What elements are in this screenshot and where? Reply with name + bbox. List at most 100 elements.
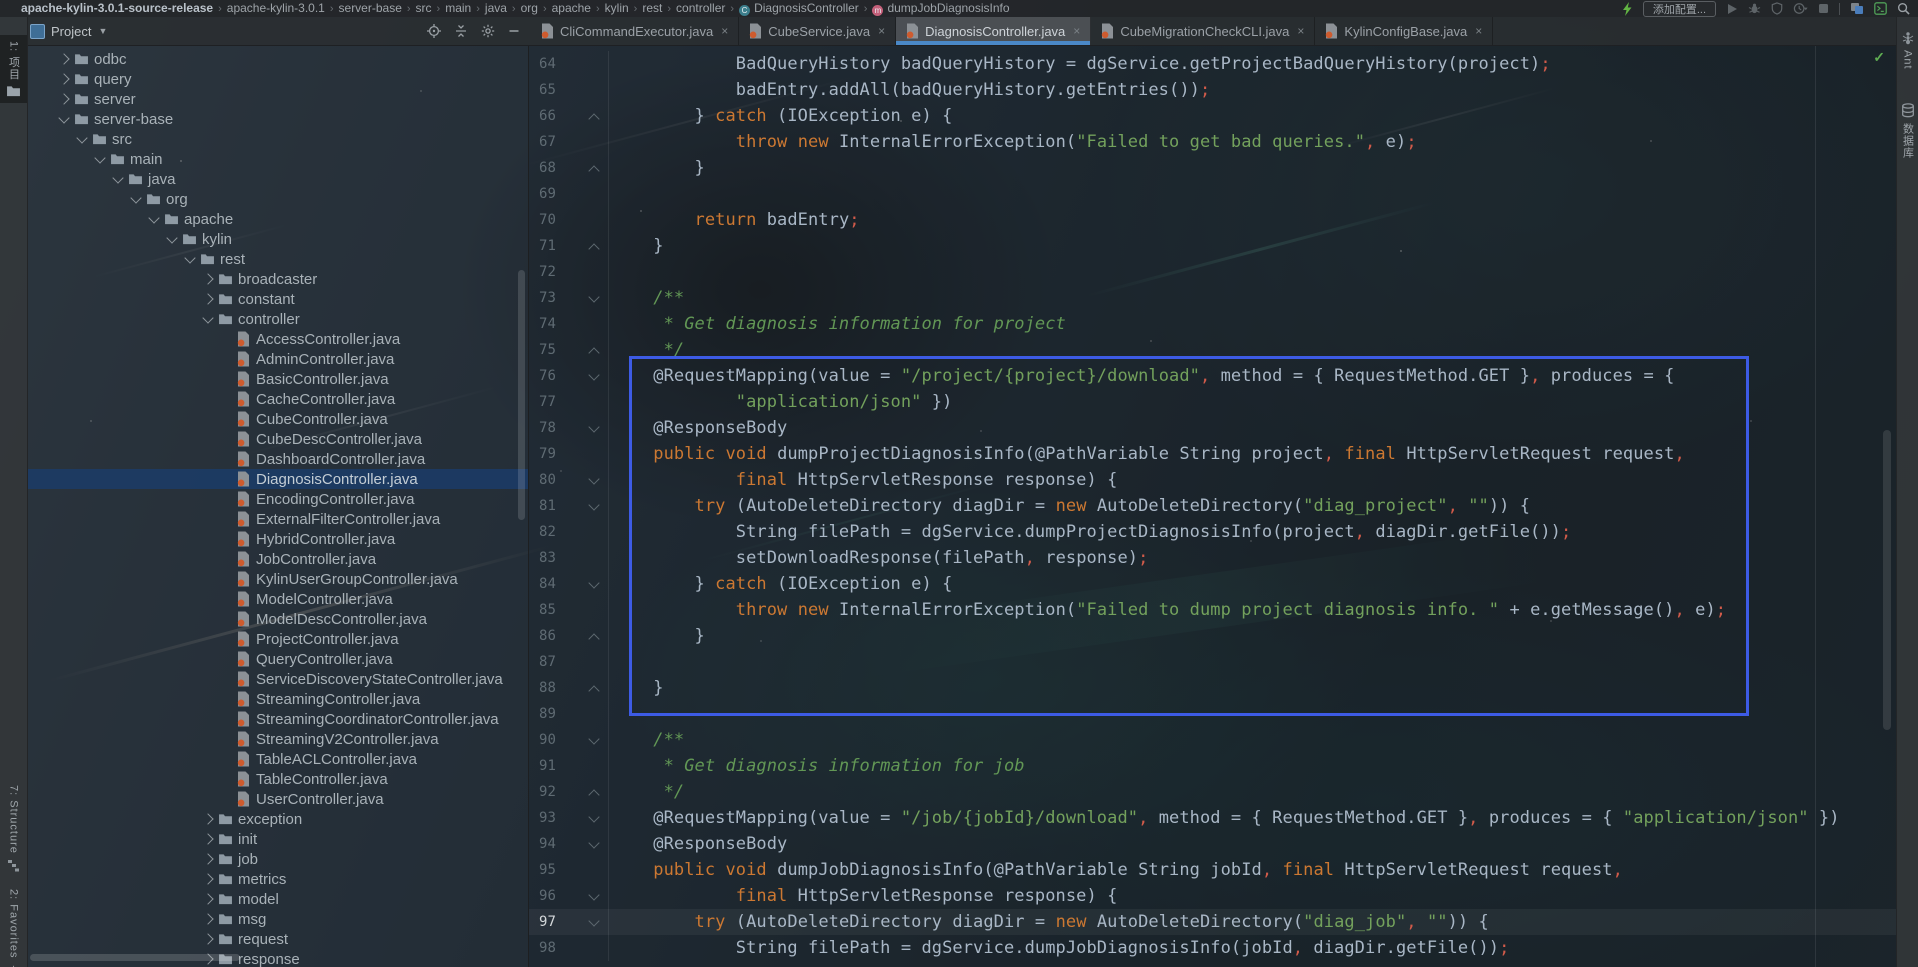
tab-diagnosiscontroller-java[interactable]: DiagnosisController.java×	[896, 17, 1091, 45]
tree-item-diagnosiscontroller-java[interactable]: DiagnosisController.java	[27, 469, 528, 489]
line-number[interactable]: 72	[528, 259, 608, 285]
breadcrumb-method-item[interactable]: mdumpJobDiagnosisInfo	[872, 1, 1009, 15]
stop-icon[interactable]	[1818, 1, 1829, 16]
code-line[interactable]: 64 BadQueryHistory badQueryHistory = dgS…	[528, 51, 1897, 77]
chevron-right-icon[interactable]	[201, 915, 215, 923]
close-icon[interactable]: ×	[721, 24, 728, 38]
tree-item-streamingv2controller-java[interactable]: StreamingV2Controller.java	[27, 729, 528, 749]
chevron-right-icon[interactable]	[57, 55, 71, 63]
tree-item-cachecontroller-java[interactable]: CacheController.java	[27, 389, 528, 409]
tree-item-dashboardcontroller-java[interactable]: DashboardController.java	[27, 449, 528, 469]
close-icon[interactable]: ×	[1475, 24, 1482, 38]
code-line[interactable]: 93 @RequestMapping(value = "/job/{jobId}…	[528, 805, 1897, 831]
tree-item-broadcaster[interactable]: broadcaster	[27, 269, 528, 289]
sidebar-item-database[interactable]: 数据库	[1897, 103, 1918, 159]
tree-item-basiccontroller-java[interactable]: BasicController.java	[27, 369, 528, 389]
layout-icon[interactable]	[1850, 1, 1864, 16]
project-panel-title[interactable]: Project	[51, 24, 91, 39]
close-icon[interactable]: ×	[878, 24, 885, 38]
tree-item-msg[interactable]: msg	[27, 909, 528, 929]
chevron-down-icon[interactable]	[93, 157, 107, 162]
tree-item-modelcontroller-java[interactable]: ModelController.java	[27, 589, 528, 609]
hide-panel-icon[interactable]	[508, 25, 520, 37]
code-line[interactable]: 83 setDownloadResponse(filePath, respons…	[528, 545, 1897, 571]
code-line[interactable]: 85 throw new InternalErrorException("Fai…	[528, 597, 1897, 623]
code-line[interactable]: 70 return badEntry;	[528, 207, 1897, 233]
chevron-down-icon[interactable]	[201, 317, 215, 322]
code-line[interactable]: 91 * Get diagnosis information for job	[528, 753, 1897, 779]
tree-item-modeldesccontroller-java[interactable]: ModelDescController.java	[27, 609, 528, 629]
tree-item-encodingcontroller-java[interactable]: EncodingController.java	[27, 489, 528, 509]
close-icon[interactable]: ×	[1297, 24, 1304, 38]
code-line[interactable]: 76 @RequestMapping(value = "/project/{pr…	[528, 363, 1897, 389]
tree-item-streamingcoordinatorcontroller-java[interactable]: StreamingCoordinatorController.java	[27, 709, 528, 729]
code-line[interactable]: 98 String filePath = dgService.dumpJobDi…	[528, 935, 1897, 961]
code-editor[interactable]: 64 BadQueryHistory badQueryHistory = dgS…	[528, 45, 1897, 967]
tab-kylinconfigbase-java[interactable]: KylinConfigBase.java×	[1315, 17, 1493, 45]
tree-item-rest[interactable]: rest	[27, 249, 528, 269]
tab-cubeservice-java[interactable]: CubeService.java×	[739, 17, 896, 45]
tree-item-cubedesccontroller-java[interactable]: CubeDescController.java	[27, 429, 528, 449]
run-icon[interactable]	[1726, 1, 1738, 16]
tree-item-tablecontroller-java[interactable]: TableController.java	[27, 769, 528, 789]
chevron-down-icon[interactable]	[129, 197, 143, 202]
code-line[interactable]: 92 */	[528, 779, 1897, 805]
collapse-all-icon[interactable]	[454, 24, 468, 38]
line-number[interactable]: 85	[528, 597, 608, 623]
line-number[interactable]: 74	[528, 311, 608, 337]
chevron-right-icon[interactable]	[57, 75, 71, 83]
chevron-down-icon[interactable]	[111, 177, 125, 182]
code-line[interactable]: 81 try (AutoDeleteDirectory diagDir = ne…	[528, 493, 1897, 519]
code-line[interactable]: 94 @ResponseBody	[528, 831, 1897, 857]
breadcrumb-item[interactable]: controller	[676, 1, 725, 15]
tree-item-kylinusergroupcontroller-java[interactable]: KylinUserGroupController.java	[27, 569, 528, 589]
tree-item-admincontroller-java[interactable]: AdminController.java	[27, 349, 528, 369]
line-number[interactable]: 91	[528, 753, 608, 779]
add-configuration-button[interactable]: 添加配置...	[1643, 1, 1716, 17]
line-number[interactable]: 67	[528, 129, 608, 155]
breadcrumb-class-item[interactable]: CDiagnosisController	[739, 1, 859, 15]
tree-item-querycontroller-java[interactable]: QueryController.java	[27, 649, 528, 669]
tree-item-src[interactable]: src	[27, 129, 528, 149]
breadcrumb-item[interactable]: org	[521, 1, 538, 15]
tree-item-main[interactable]: main	[27, 149, 528, 169]
code-line[interactable]: 97 try (AutoDeleteDirectory diagDir = ne…	[528, 909, 1897, 935]
sidebar-item-ant[interactable]: Ant	[1897, 31, 1918, 70]
line-number[interactable]: 79	[528, 441, 608, 467]
line-number[interactable]: 87	[528, 649, 608, 675]
breadcrumb-item[interactable]: java	[485, 1, 507, 15]
code-line[interactable]: 77 "application/json" })	[528, 389, 1897, 415]
editor-scrollbar[interactable]	[1883, 430, 1891, 730]
tree-item-projectcontroller-java[interactable]: ProjectController.java	[27, 629, 528, 649]
tree-item-externalfiltercontroller-java[interactable]: ExternalFilterController.java	[27, 509, 528, 529]
code-line[interactable]: 68 }	[528, 155, 1897, 181]
chevron-down-icon[interactable]	[165, 237, 179, 242]
line-number[interactable]: 98	[528, 935, 608, 961]
tree-item-java[interactable]: java	[27, 169, 528, 189]
tree-item-cubecontroller-java[interactable]: CubeController.java	[27, 409, 528, 429]
code-line[interactable]: 66 } catch (IOException e) {	[528, 103, 1897, 129]
code-line[interactable]: 86 }	[528, 623, 1897, 649]
code-line[interactable]: 96 final HttpServletResponse response) {	[528, 883, 1897, 909]
code-line[interactable]: 75 */	[528, 337, 1897, 363]
tree-item-exception[interactable]: exception	[27, 809, 528, 829]
debug-icon[interactable]	[1748, 1, 1761, 16]
tree-item-apache[interactable]: apache	[27, 209, 528, 229]
inspection-status-icon[interactable]: ✓	[1873, 49, 1885, 66]
tree-vertical-scrollbar[interactable]	[518, 270, 525, 520]
code-line[interactable]: 89	[528, 701, 1897, 727]
code-line[interactable]: 88 }	[528, 675, 1897, 701]
tree-item-server[interactable]: server	[27, 89, 528, 109]
tree-item-hybridcontroller-java[interactable]: HybridController.java	[27, 529, 528, 549]
tab-clicommandexecutor-java[interactable]: CliCommandExecutor.java×	[531, 17, 739, 45]
tree-item-odbc[interactable]: odbc	[27, 49, 528, 69]
tree-item-tableaclcontroller-java[interactable]: TableACLController.java	[27, 749, 528, 769]
tree-horizontal-scrollbar[interactable]	[30, 954, 240, 961]
tree-item-kylin[interactable]: kylin	[27, 229, 528, 249]
line-number[interactable]: 95	[528, 857, 608, 883]
chevron-down-icon[interactable]	[147, 217, 161, 222]
chevron-right-icon[interactable]	[201, 835, 215, 843]
breadcrumb-item[interactable]: rest	[642, 1, 662, 15]
chevron-right-icon[interactable]	[201, 855, 215, 863]
tree-item-constant[interactable]: constant	[27, 289, 528, 309]
